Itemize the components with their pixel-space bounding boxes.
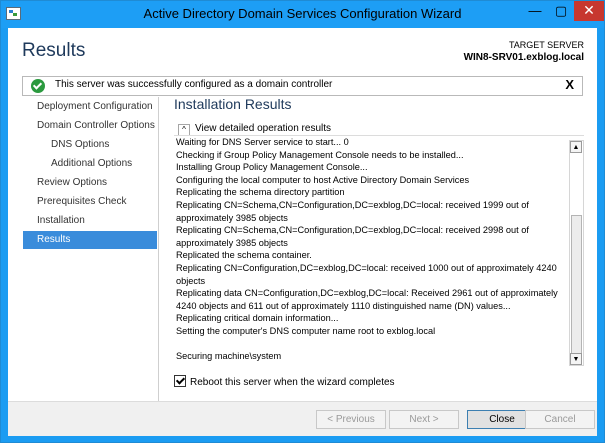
- next-button[interactable]: Next >: [389, 410, 459, 429]
- cancel-button[interactable]: Cancel: [525, 410, 595, 429]
- log-lines: Waiting for DNS Server service to start.…: [174, 136, 584, 362]
- reboot-checkbox[interactable]: [174, 375, 186, 387]
- log-line: Checking if Group Policy Management Cons…: [176, 149, 464, 160]
- section-title: Installation Results: [174, 96, 292, 112]
- scroll-thumb[interactable]: [571, 215, 582, 361]
- nav-divider: [158, 97, 159, 401]
- scroll-down-arrow-icon[interactable]: ▼: [570, 353, 582, 365]
- log-line: Waiting for DNS Server service to start.…: [176, 137, 349, 147]
- log-scrollbar[interactable]: ▲ ▼: [569, 140, 584, 366]
- window-title: Active Directory Domain Services Configu…: [143, 6, 462, 21]
- nav-item-installation[interactable]: Installation: [23, 212, 157, 230]
- log-line: Replicating critical domain information.…: [176, 313, 339, 324]
- log-line: Setting the computer's DNS computer name…: [176, 325, 436, 336]
- reboot-checkbox-row[interactable]: Reboot this server when the wizard compl…: [174, 375, 395, 388]
- log-line: Replicating CN=Schema,CN=Configuration,D…: [176, 199, 529, 223]
- log-line: Replicating data CN=Configuration,DC=exb…: [176, 288, 558, 311]
- nav-item-deployment-configuration[interactable]: Deployment Configuration: [23, 98, 157, 116]
- operation-log[interactable]: Waiting for DNS Server service to start.…: [174, 135, 584, 369]
- reboot-label: Reboot this server when the wizard compl…: [190, 377, 395, 388]
- banner-message: This server was successfully configured …: [55, 79, 333, 90]
- wizard-footer: < Previous Next > Close Cancel: [8, 401, 597, 436]
- nav-item-review-options[interactable]: Review Options: [23, 174, 157, 192]
- log-line: Replicating CN=Configuration,DC=exblog,D…: [176, 262, 557, 286]
- log-line: Replicating CN=Schema,CN=Configuration,D…: [176, 225, 529, 248]
- minimize-button[interactable]: —: [522, 1, 548, 21]
- previous-button[interactable]: < Previous: [316, 410, 386, 429]
- log-line: Securing machine\system: [176, 350, 282, 361]
- nav-item-additional-options[interactable]: Additional Options: [23, 155, 157, 173]
- nav-item-domain-controller-options[interactable]: Domain Controller Options: [23, 117, 157, 135]
- view-details-label: View detailed operation results: [195, 123, 332, 134]
- scroll-up-arrow-icon[interactable]: ▲: [570, 141, 582, 153]
- maximize-button[interactable]: ▢: [548, 1, 574, 21]
- banner-close-button[interactable]: X: [565, 77, 574, 92]
- wizard-content: Results TARGET SERVER WIN8-SRV01.exblog.…: [8, 28, 597, 436]
- page-title: Results: [22, 40, 86, 61]
- success-check-icon: [31, 79, 45, 93]
- nav-item-results[interactable]: Results: [23, 231, 157, 249]
- log-line: Installing Group Policy Management Conso…: [176, 162, 368, 173]
- window-close-button[interactable]: ✕: [574, 1, 604, 21]
- nav-item-dns-options[interactable]: DNS Options: [23, 136, 157, 154]
- wizard-window: Active Directory Domain Services Configu…: [0, 0, 605, 443]
- target-server-value: WIN8-SRV01.exblog.local: [463, 52, 584, 63]
- log-line: Replicating the schema directory partiti…: [176, 187, 345, 198]
- title-bar: Active Directory Domain Services Configu…: [1, 1, 604, 28]
- success-banner: This server was successfully configured …: [22, 76, 583, 96]
- target-server-label: TARGET SERVER: [508, 40, 584, 50]
- nav-item-prerequisites-check[interactable]: Prerequisites Check: [23, 193, 157, 211]
- log-line: Replicated the schema container.: [176, 250, 312, 261]
- log-line: Configuring the local computer to host A…: [176, 174, 470, 185]
